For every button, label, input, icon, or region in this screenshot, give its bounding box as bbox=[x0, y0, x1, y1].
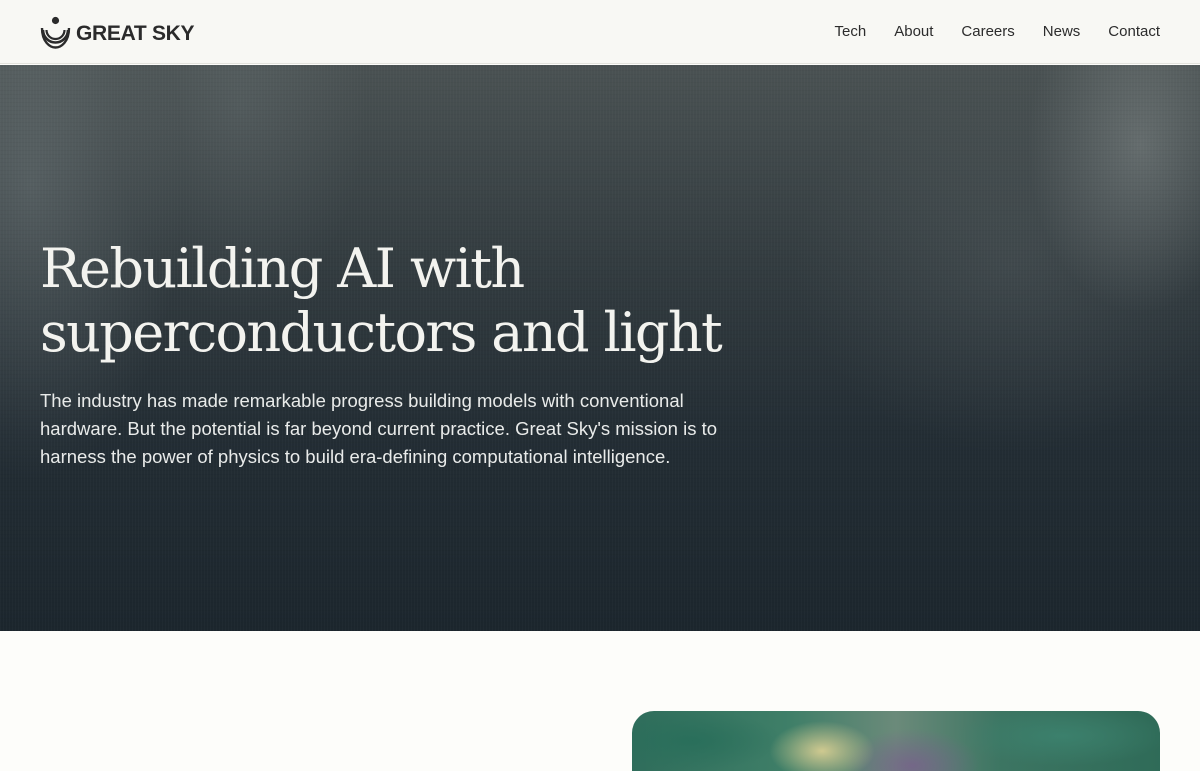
nav-link-tech[interactable]: Tech bbox=[835, 22, 867, 42]
hero-title-line-2: superconductors and light bbox=[40, 301, 723, 364]
great-sky-logo-icon bbox=[40, 16, 71, 49]
main-nav: Tech About Careers News Contact bbox=[835, 22, 1160, 42]
nav-link-about[interactable]: About bbox=[894, 22, 933, 42]
nav-link-careers[interactable]: Careers bbox=[961, 22, 1014, 42]
hero-title: Rebuilding AI with superconductors and l… bbox=[40, 237, 780, 365]
home-logo-link[interactable]: GREAT SKY bbox=[40, 15, 195, 49]
nav-link-contact[interactable]: Contact bbox=[1108, 22, 1160, 42]
brand-name: GREAT SKY bbox=[76, 21, 195, 45]
nav-link-news[interactable]: News bbox=[1043, 22, 1081, 42]
hero-title-line-1: Rebuilding AI with bbox=[40, 237, 525, 300]
content-section bbox=[0, 631, 1200, 771]
hero-section: Rebuilding AI with superconductors and l… bbox=[0, 65, 1200, 631]
site-header: GREAT SKY Tech About Careers News Contac… bbox=[0, 0, 1200, 64]
feature-image bbox=[632, 711, 1160, 771]
hero-description: The industry has made remarkable progres… bbox=[40, 390, 718, 467]
